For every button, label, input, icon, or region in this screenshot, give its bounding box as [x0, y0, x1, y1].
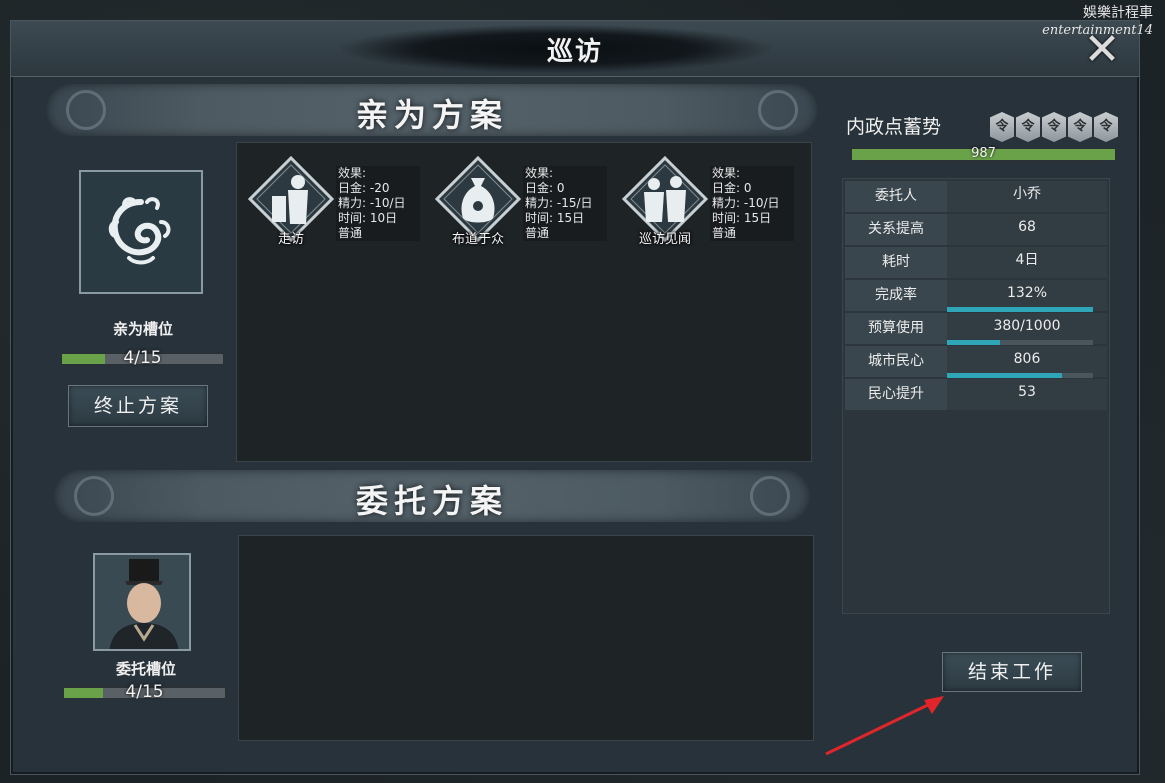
window-title: 巡访: [546, 37, 603, 67]
plan-stats: 效果: 日金: -20 精力: -10/日 时间: 10日 普通: [336, 166, 420, 241]
plan-name: 巡访见闻: [638, 232, 691, 247]
delegate-slot-label: 委托槽位: [115, 660, 176, 678]
delegate-plans-header: 委托方案: [54, 470, 810, 522]
command-token-icon: 令: [1068, 112, 1092, 142]
plan-stat-grade: 普通: [712, 226, 737, 240]
info-row-budget: 预算使用 380/1000: [843, 311, 1111, 345]
info-value: 53: [947, 379, 1107, 410]
stop-plan-button[interactable]: 终止方案: [68, 385, 208, 427]
info-key: 关系提高: [845, 214, 947, 245]
end-work-button[interactable]: 结束工作: [942, 652, 1082, 692]
command-token-icon: 令: [1016, 112, 1040, 142]
annotation-arrow-icon: [825, 696, 944, 756]
info-key: 完成率: [845, 280, 947, 311]
plan-stat-grade: 普通: [525, 226, 550, 240]
delegate-portrait: [93, 553, 191, 651]
plan-stat-time: 时间: 10日: [338, 211, 398, 225]
plan-stat-energy: 精力: -10/日: [712, 196, 780, 210]
plan-stat-time: 时间: 15日: [525, 211, 585, 225]
cloud-emblem-icon: [108, 197, 171, 265]
delegate-slot-count: 4/15: [125, 682, 164, 702]
plan-stat-effect: 效果:: [338, 166, 367, 180]
plan-stats: 效果: 日金: 0 精力: -15/日 时间: 15日 普通: [523, 166, 607, 241]
personal-slot-count: 4/15: [123, 348, 162, 368]
command-tokens: 令 令 令 令 令: [990, 112, 1118, 142]
plan-name: 布道于众: [451, 232, 504, 247]
plan-stats: 效果: 日金: 0 精力: -10/日 时间: 15日 普通: [710, 166, 794, 241]
plan-card-preach[interactable]: 布道于众 效果: 日金: 0 精力: -15/日 时间: 15日 普通: [425, 152, 610, 247]
plan-card-observe[interactable]: 巡访见闻 效果: 日金: 0 精力: -10/日 时间: 15日 普通: [612, 152, 797, 247]
info-value: 4日: [947, 247, 1107, 278]
delegate-plans-panel: [238, 535, 814, 741]
info-row-delegator: 委托人 小乔: [843, 179, 1111, 212]
close-button[interactable]: ✕: [1078, 26, 1126, 74]
plan-stat-daily-gold: 日金: 0: [525, 181, 565, 195]
command-token-icon: 令: [1042, 112, 1066, 142]
plan-card-visit[interactable]: 走访 效果: 日金: -20 精力: -10/日 时间: 10日 普通: [238, 152, 423, 247]
watermark-line1: 娛樂計程車: [1083, 5, 1153, 21]
personal-plans-header: 亲为方案: [46, 84, 818, 136]
domestic-points-value: 987: [971, 146, 996, 161]
personal-plans-title: 亲为方案: [355, 96, 508, 134]
title-bar: 巡访: [11, 21, 1139, 77]
plan-stat-effect: 效果:: [712, 166, 741, 180]
plan-stat-energy: 精力: -15/日: [525, 196, 593, 210]
delegate-slot-progress: 4/15: [63, 682, 226, 702]
delegate-info-table: 委托人 小乔 关系提高 68 耗时 4日 完成率 132% 预算使用 380/1…: [842, 178, 1110, 614]
info-value: 68: [947, 214, 1107, 245]
info-row-morale-gain: 民心提升 53: [843, 377, 1111, 410]
domestic-points-label: 内政点蓄势: [846, 116, 942, 138]
info-key: 耗时: [845, 247, 947, 278]
info-row-duration: 耗时 4日: [843, 245, 1111, 278]
info-key: 预算使用: [845, 313, 947, 344]
plan-stat-time: 时间: 15日: [712, 211, 772, 225]
personal-slot-progress: 4/15: [61, 348, 224, 368]
plan-stat-energy: 精力: -10/日: [338, 196, 406, 210]
domestic-points-bar: 987: [851, 146, 1116, 161]
info-row-completion: 完成率 132%: [843, 278, 1111, 312]
info-key: 委托人: [845, 181, 947, 212]
command-token-icon: 令: [1094, 112, 1118, 142]
info-key: 城市民心: [845, 346, 947, 377]
plan-name: 走访: [277, 232, 304, 247]
command-token-icon: 令: [990, 112, 1014, 142]
info-row-city-morale: 城市民心 806: [843, 344, 1111, 378]
delegate-plans-title: 委托方案: [355, 482, 508, 520]
info-value: 小乔: [947, 181, 1107, 212]
plan-stat-daily-gold: 日金: -20: [338, 181, 390, 195]
info-row-relation: 关系提高 68: [843, 212, 1111, 245]
info-key: 民心提升: [845, 379, 947, 410]
avatar: [95, 555, 189, 649]
personal-slot-label: 亲为槽位: [112, 320, 173, 338]
plan-stat-grade: 普通: [338, 226, 363, 240]
plan-stat-effect: 效果:: [525, 166, 554, 180]
personal-slot-emblem: [79, 170, 203, 294]
plan-stat-daily-gold: 日金: 0: [712, 181, 752, 195]
